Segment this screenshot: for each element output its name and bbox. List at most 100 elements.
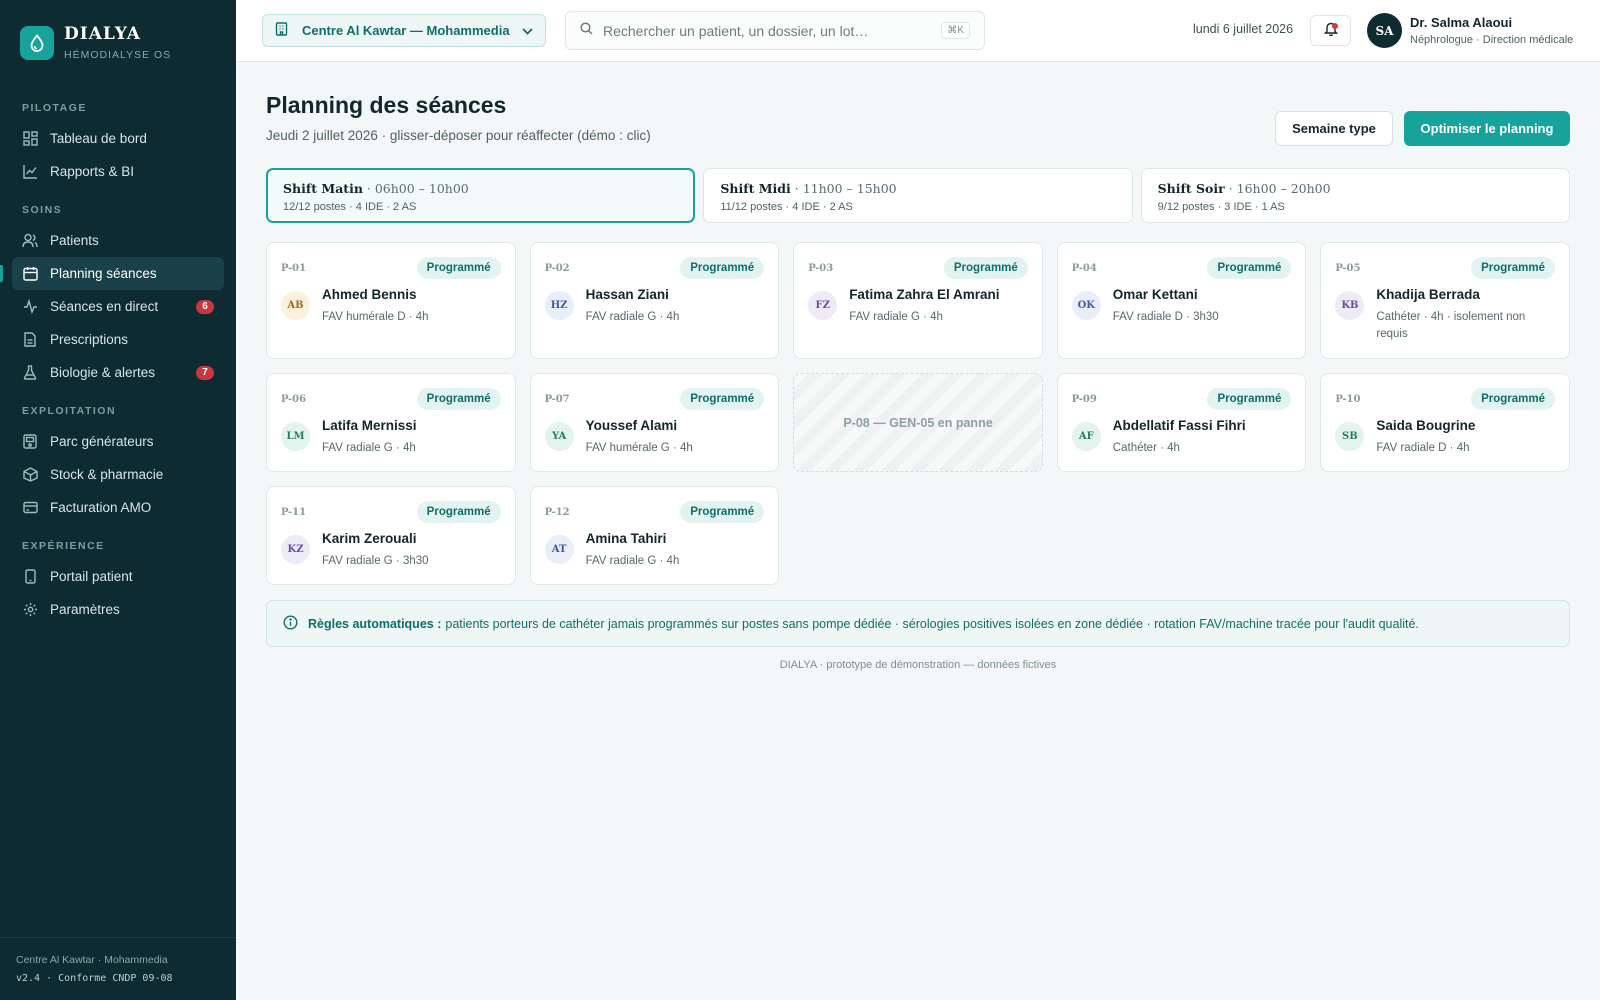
avatar: LM [281,422,310,451]
station-card[interactable]: P-03 Programmé FZ Fatima Zahra El Amrani FA… [793,242,1043,359]
station-card[interactable]: P-05 Programmé KB Khadija Berrada Cathéter … [1320,242,1570,359]
station-card[interactable]: P-12 Programmé AT Amina Tahiri FAV radiale … [529,486,780,585]
sidebar-item-prescriptions[interactable]: Prescriptions [12,323,224,356]
patient-detail: Cathéter · 4h · isolement non requis [1376,311,1526,340]
sidebar-item-tableau-de-bord[interactable]: Tableau de bord [12,122,224,155]
sidebar-item-label: Planning séances [50,266,157,281]
dashboard-icon [22,131,38,147]
shift-name: Shift Matin [283,181,363,196]
shift-tabs: Shift Matin · 06h00 – 10h00 12/12 postes… [266,168,1570,223]
sidebar-item-label: Patients [50,233,99,248]
station-card[interactable]: P-06 Programmé LM Latifa Mernissi FAV radia… [266,373,516,472]
patient-name: Hassan Ziani [585,287,669,302]
sidebar-item-label: Stock & pharmacie [50,467,164,482]
rules-info-banner: Règles automatiques : patients porteurs … [266,600,1570,647]
nav-section-title: EXPÉRIENCE [22,540,105,552]
station-card[interactable]: P-02 Programmé HZ Hassan Ziani FAV radiale … [529,242,780,359]
station-card[interactable]: P-10 Programmé SB Saida Bougrine FAV radial… [1320,373,1570,472]
sidebar-item-facturation[interactable]: Facturation AMO [12,491,224,524]
brand-name: DIALYA [64,24,141,44]
sidebar-item-label: Biologie & alertes [50,365,156,380]
search-input[interactable] [603,22,942,39]
status-badge: Programmé [680,388,765,410]
sidebar-item-label: Paramètres [50,602,120,617]
post-id: P-02 [544,262,570,274]
avatar: OK [1071,291,1101,320]
post-id: P-04 [1071,262,1097,274]
patient-detail: Cathéter · 4h [1112,442,1180,454]
search-shortcut: ⌘K [941,22,970,39]
sidebar-item-biologie[interactable]: Biologie & alertes 7 [12,356,224,389]
status-badge: Programmé [1207,388,1292,410]
status-badge: Programmé [1207,257,1292,279]
tab-shift-midi[interactable]: Shift Midi · 11h00 – 15h00 11/12 postes … [703,168,1133,223]
avatar: YA [544,422,574,451]
smartphone-icon [22,569,38,585]
activity-icon [22,299,38,315]
page-subtitle: Jeudi 2 juillet 2026 · glisser-déposer p… [266,128,651,143]
post-id: P-05 [1335,262,1361,274]
shift-time: 06h00 – 10h00 [374,181,469,196]
sidebar-item-patients[interactable]: Patients [12,224,224,257]
building-icon [275,22,288,39]
patient-name: Amina Tahiri [585,531,667,546]
patient-name: Youssef Alami [585,418,678,433]
avatar: AF [1071,422,1101,451]
shift-stats: 9/12 postes · 3 IDE · 1 AS [1157,201,1285,213]
sidebar-item-planning[interactable]: Planning séances [0,257,224,290]
status-badge: Programmé [1471,257,1555,279]
sidebar-item-parametres[interactable]: Paramètres [12,593,224,626]
status-badge: Programmé [943,257,1028,279]
tab-shift-matin[interactable]: Shift Matin · 06h00 – 10h00 12/12 postes… [266,168,696,223]
center-select-label: Centre Al Kawtar — Mohammedia [302,23,510,38]
box-icon [22,467,38,483]
flask-icon [22,365,38,381]
station-card[interactable]: P-07 Programmé YA Youssef Alami FAV huméral… [529,373,780,472]
station-card[interactable]: P-04 Programmé OK Omar Kettani FAV radiale … [1056,242,1307,359]
patient-detail: FAV radiale D · 4h [1376,442,1470,454]
patient-name: Omar Kettani [1112,287,1198,302]
search-bar[interactable]: ⌘K [565,11,985,50]
footer-version: v2.4 · Conforme CNDP 09-08 [16,973,173,984]
current-date: lundi 6 juillet 2026 [1193,22,1294,36]
sidebar-item-label: Prescriptions [50,332,129,347]
sidebar-item-seances-direct[interactable]: Séances en direct 6 [12,290,224,323]
credit-card-icon [22,500,38,516]
shift-time: 16h00 – 20h00 [1236,181,1331,196]
station-grid: P-01 Programmé AB Ahmed Bennis FAV humérale… [266,242,1570,585]
status-badge: Programmé [680,257,765,279]
patient-detail: FAV radiale G · 4h [585,555,680,567]
sidebar-item-portail-patient[interactable]: Portail patient [12,560,224,593]
status-badge: Programmé [416,257,501,279]
footer-note: DIALYA · prototype de démonstration — do… [779,659,1057,671]
search-icon [580,21,593,40]
count-badge: 6 [196,299,214,314]
status-badge: Programmé [680,501,765,523]
tab-shift-soir[interactable]: Shift Soir · 16h00 – 20h00 9/12 postes ·… [1140,168,1570,223]
center-select[interactable]: Centre Al Kawtar — Mohammedia [262,14,546,47]
sidebar-item-label: Rapports & BI [50,164,135,179]
notification-dot [1332,23,1338,29]
notifications-button[interactable] [1310,15,1351,46]
avatar: SA [1367,13,1402,48]
top-header: Centre Al Kawtar — Mohammedia ⌘K lundi 6… [236,0,1600,62]
sidebar-item-label: Facturation AMO [50,500,152,515]
post-id: P-01 [281,262,307,274]
station-card[interactable]: P-01 Programmé AB Ahmed Bennis FAV humérale… [266,242,516,359]
brand[interactable]: DIALYA HÉMODIALYSE OS [20,24,171,61]
user-menu[interactable]: SA Dr. Salma Alaoui Néphrologue · Direct… [1367,13,1573,48]
sidebar-item-label: Portail patient [50,569,133,584]
station-card[interactable]: P-09 Programmé AF Abdellatif Fassi Fihri Ca… [1056,373,1307,472]
status-badge: Programmé [416,501,501,523]
brand-subtitle: HÉMODIALYSE OS [64,49,172,61]
sidebar-item-parc-generateurs[interactable]: Parc générateurs [12,425,224,458]
nav-section-title: PILOTAGE [22,102,87,114]
gear-icon [22,602,38,618]
station-card[interactable]: P-11 Programmé KZ Karim Zerouali FAV radial… [266,486,516,585]
info-icon [283,614,298,633]
optimize-planning-button[interactable]: Optimiser le planning [1404,111,1570,146]
sidebar-item-stock[interactable]: Stock & pharmacie [12,458,224,491]
sidebar-item-rapports[interactable]: Rapports & BI [12,155,224,188]
semaine-type-button[interactable]: Semaine type [1275,111,1393,146]
post-id: P-12 [544,506,570,518]
